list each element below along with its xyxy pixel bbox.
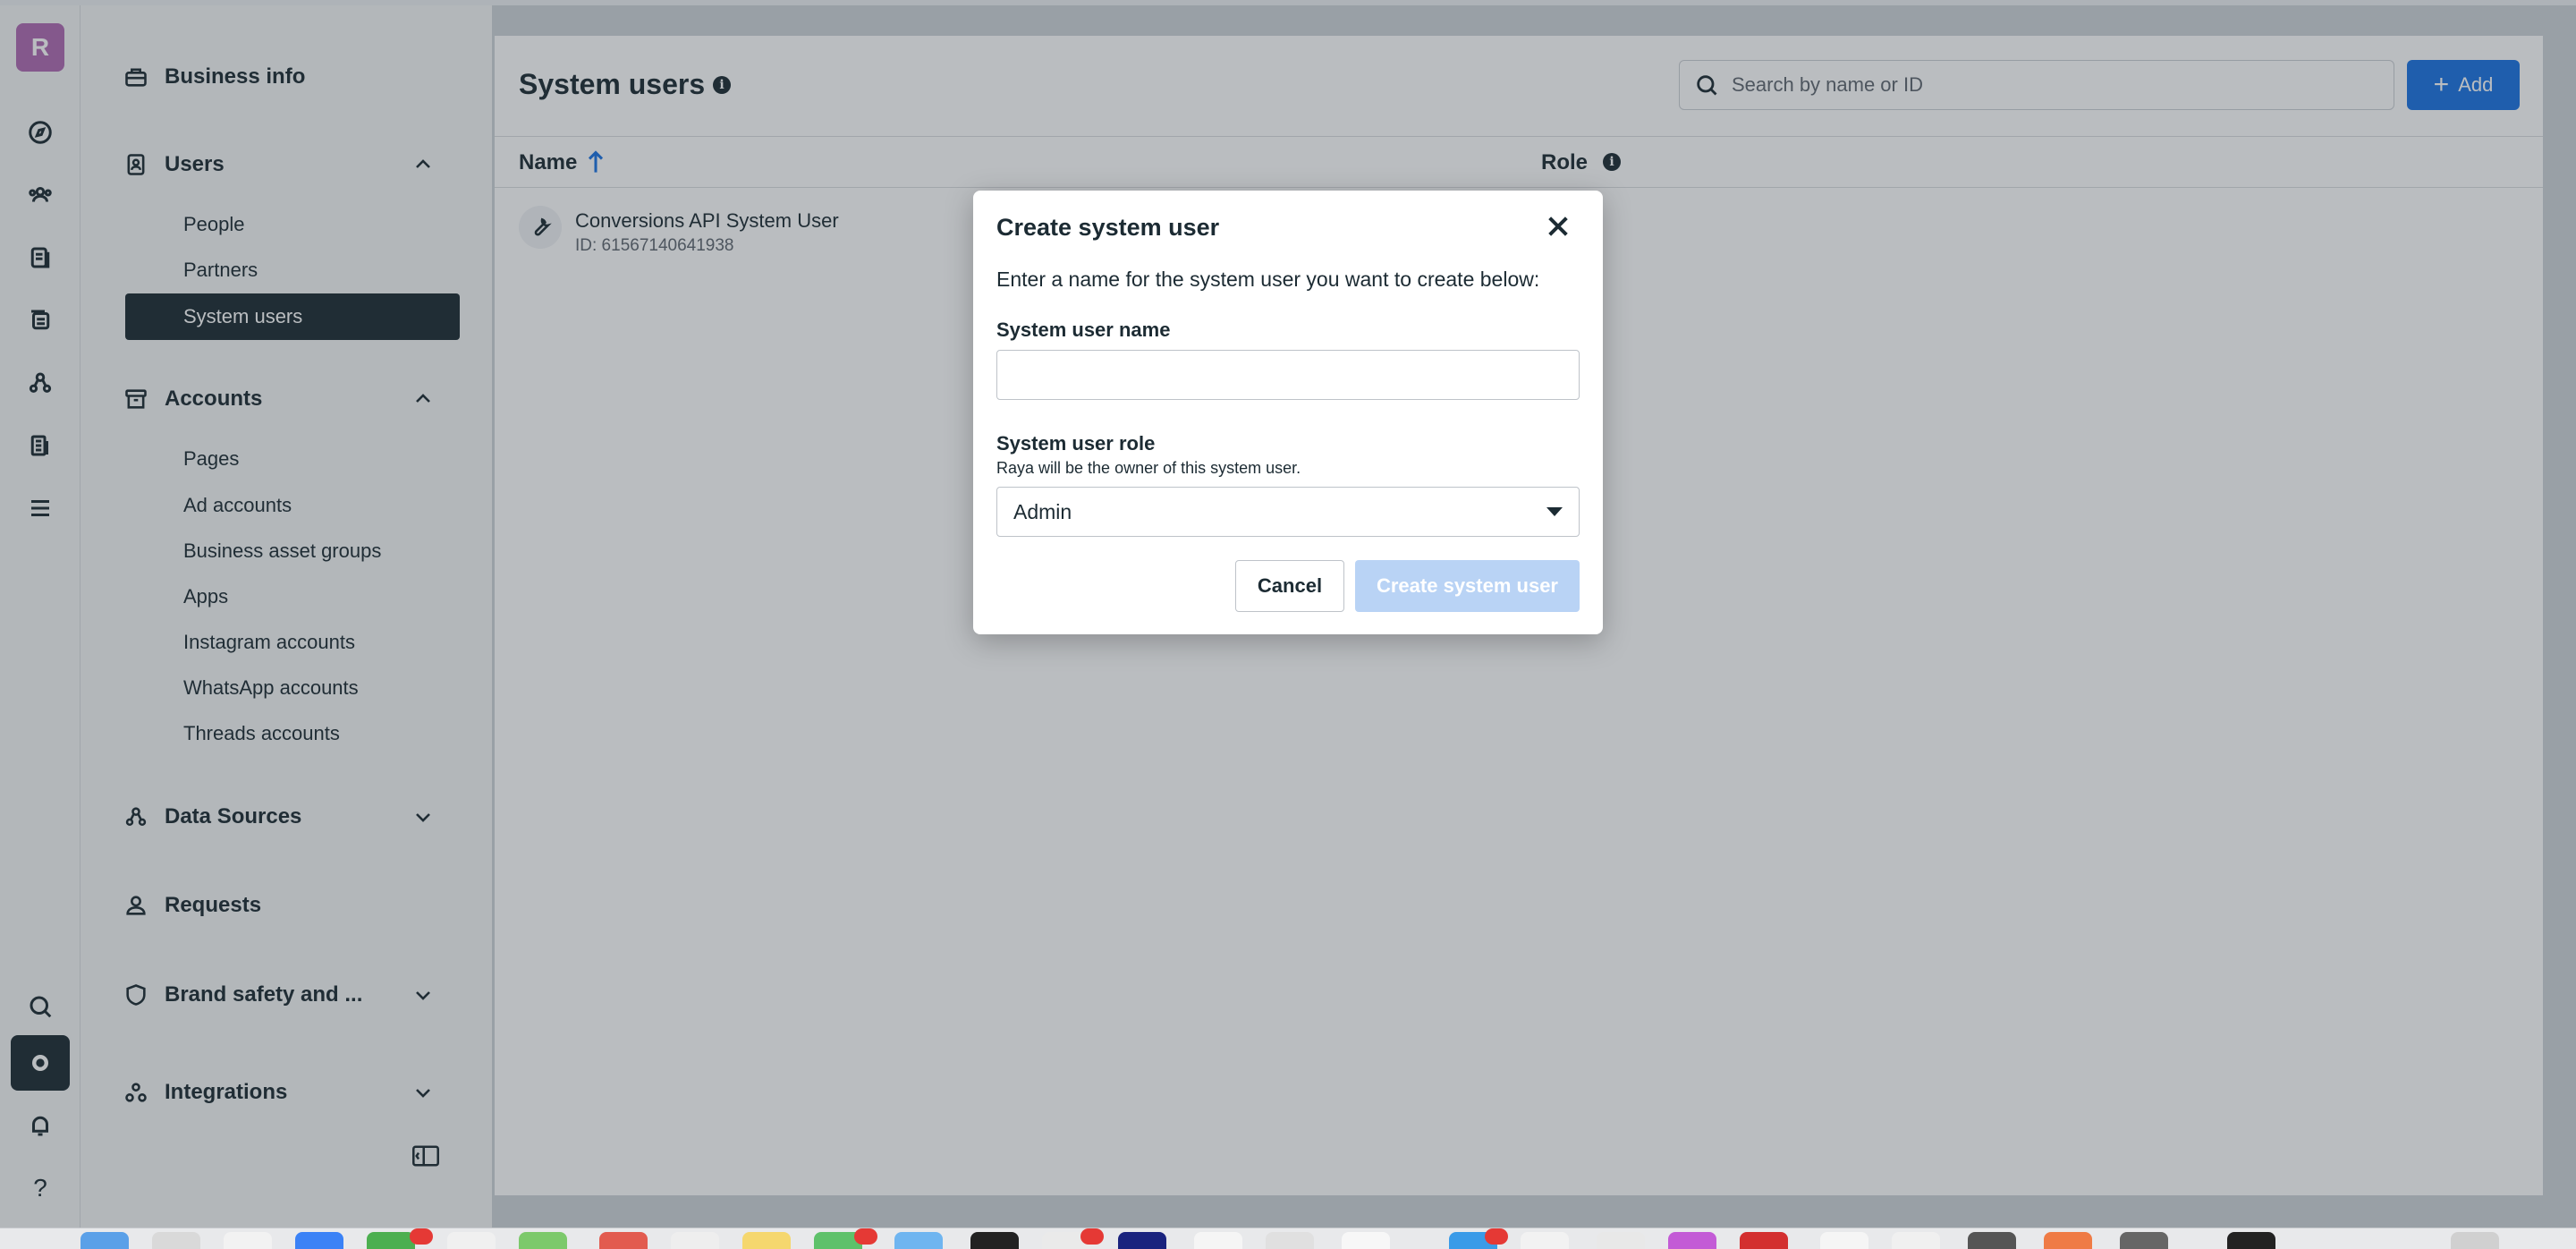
dock-app-icon[interactable]: [1892, 1232, 1940, 1249]
system-user-role-label: System user role: [996, 432, 1156, 455]
window-top-edge: [0, 0, 2576, 5]
close-icon[interactable]: [1544, 212, 1576, 244]
dialog-description: Enter a name for the system user you wan…: [996, 268, 1540, 291]
dock-app-icon[interactable]: [2120, 1232, 2168, 1249]
dock-app-icon[interactable]: [152, 1232, 200, 1249]
notification-badge: [1485, 1228, 1508, 1245]
dock-app-icon[interactable]: [1118, 1232, 1166, 1249]
dock-app-icon[interactable]: [1597, 1232, 1645, 1249]
dock-app-icon[interactable]: [894, 1232, 943, 1249]
dock-app-icon[interactable]: [367, 1232, 415, 1249]
dock-app-icon[interactable]: [671, 1232, 719, 1249]
dock-app-icon[interactable]: [742, 1232, 791, 1249]
dock-app-icon[interactable]: [2227, 1232, 2275, 1249]
caret-down-icon: [1546, 507, 1563, 516]
dock-app-icon[interactable]: [1266, 1232, 1314, 1249]
create-system-user-button[interactable]: Create system user: [1355, 560, 1580, 612]
cancel-button[interactable]: Cancel: [1235, 560, 1344, 612]
finder-app-icon[interactable]: [80, 1232, 129, 1249]
create-system-user-dialog: Create system user Enter a name for the …: [973, 191, 1603, 634]
macos-dock: [0, 1228, 2576, 1249]
system-user-role-help: Raya will be the owner of this system us…: [996, 459, 1301, 477]
notification-badge: [1080, 1228, 1104, 1245]
dialog-title: Create system user: [996, 214, 1220, 241]
dock-app-icon[interactable]: [1820, 1232, 1868, 1249]
dock-app-icon[interactable]: [599, 1232, 648, 1249]
dock-app-icon[interactable]: [295, 1232, 343, 1249]
dock-app-icon[interactable]: [2044, 1232, 2092, 1249]
dock-app-icon[interactable]: [1342, 1232, 1390, 1249]
dock-app-icon[interactable]: [1521, 1232, 1569, 1249]
dock-app-icon[interactable]: [1740, 1232, 1788, 1249]
notification-badge: [410, 1228, 433, 1245]
dock-app-icon[interactable]: [1668, 1232, 1716, 1249]
dock-app-icon[interactable]: [1968, 1232, 2016, 1249]
trash-icon[interactable]: [2451, 1232, 2499, 1249]
selected-role: Admin: [1013, 499, 1072, 523]
dock-app-icon[interactable]: [519, 1232, 567, 1249]
system-user-name-field[interactable]: [996, 350, 1580, 400]
dock-app-icon[interactable]: [224, 1232, 272, 1249]
dock-app-icon[interactable]: [447, 1232, 496, 1249]
dock-app-icon[interactable]: [970, 1232, 1019, 1249]
dock-app-icon[interactable]: [1194, 1232, 1242, 1249]
system-user-role-select[interactable]: Admin: [996, 487, 1580, 537]
system-user-name-label: System user name: [996, 319, 1171, 341]
notification-badge: [854, 1228, 877, 1245]
